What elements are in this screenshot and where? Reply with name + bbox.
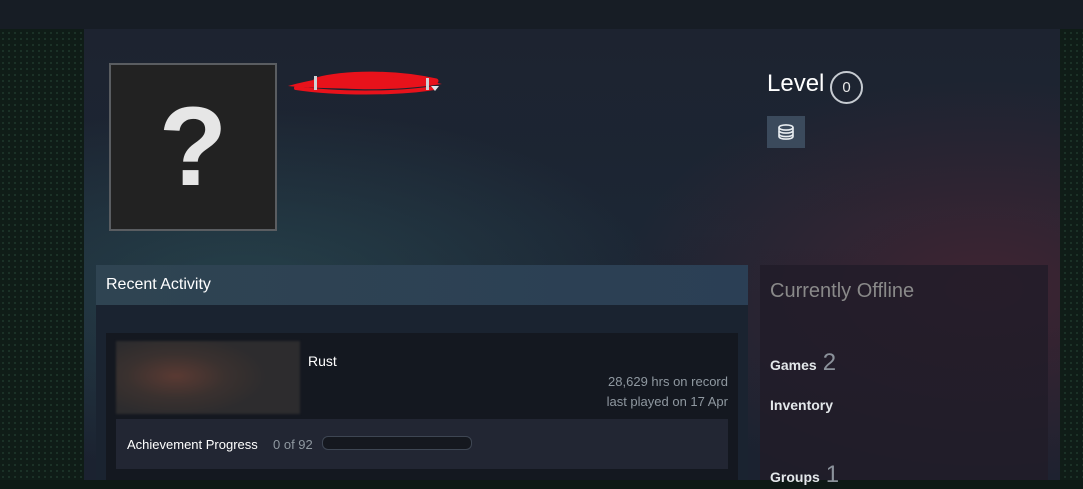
name-history-dropdown-icon[interactable]	[431, 86, 439, 91]
avatar-placeholder-icon: ?	[158, 84, 228, 209]
games-label: Games	[770, 357, 817, 373]
game-capsule-image[interactable]	[116, 341, 300, 414]
game-hours-on-record: 28,629 hrs on record	[608, 374, 728, 389]
redaction-scribble	[288, 71, 442, 95]
achievement-progress-bar	[322, 436, 472, 450]
coin-stack-icon	[778, 124, 794, 140]
profile-name-redacted[interactable]	[286, 66, 446, 100]
recent-game-card: Rust 28,629 hrs on record last played on…	[106, 333, 738, 480]
inventory-label: Inventory	[770, 397, 834, 413]
groups-label: Groups	[770, 469, 820, 485]
coins-badge-button[interactable]	[767, 116, 805, 148]
game-last-played: last played on 17 Apr	[606, 394, 728, 409]
game-name-link[interactable]: Rust	[308, 353, 337, 369]
level-badge[interactable]: 0	[830, 71, 863, 104]
avatar[interactable]: ?	[109, 63, 277, 231]
recent-activity-header: Recent Activity	[96, 265, 748, 305]
groups-count: 1	[825, 461, 840, 488]
level-label: Level	[767, 70, 825, 97]
recent-activity-panel: Recent Activity Rust 28,629 hrs on recor…	[96, 265, 748, 480]
online-status: Currently Offline	[770, 280, 915, 302]
achievement-progress-count: 0 of 92	[273, 437, 313, 452]
achievement-progress-box[interactable]: Achievement Progress 0 of 92	[116, 419, 728, 469]
games-count: 2	[822, 349, 837, 376]
top-bar	[0, 0, 1083, 29]
sidebar-item-inventory[interactable]: Inventory	[770, 397, 833, 413]
recent-activity-title: Recent Activity	[106, 276, 211, 293]
sidebar-item-groups[interactable]: Groups 1	[770, 461, 839, 489]
sidebar-item-games[interactable]: Games 2	[770, 349, 836, 377]
achievement-progress-label: Achievement Progress	[127, 437, 258, 452]
profile-sidebar: Currently Offline Games 2 Inventory Group…	[760, 265, 1048, 488]
